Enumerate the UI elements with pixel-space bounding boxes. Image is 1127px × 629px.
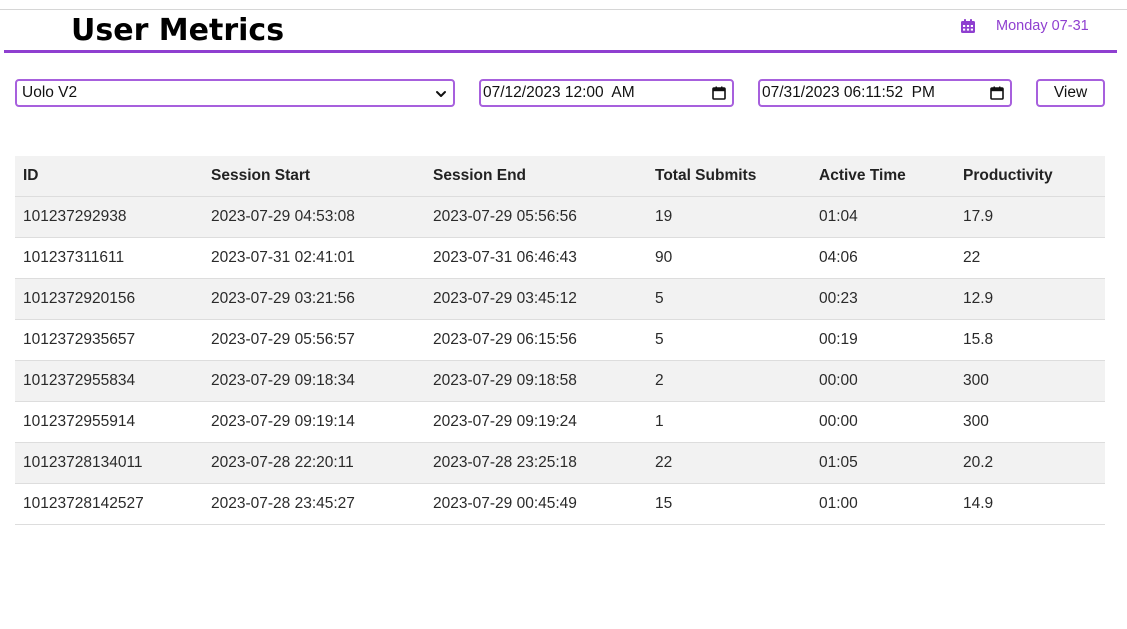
cell-productivity: 300 [955,360,1105,402]
table-row[interactable]: 1012372920156 2023-07-29 03:21:56 2023-0… [15,278,1105,320]
cell-active-time: 00:00 [811,401,955,443]
cell-productivity: 22 [955,237,1105,279]
column-header-total-submits[interactable]: Total Submits [647,156,811,197]
cell-session-end: 2023-07-29 05:56:56 [425,196,647,238]
current-date-text: Monday 07-31 [996,18,1089,34]
cell-id: 1012372955834 [15,360,203,402]
table-row[interactable]: 1012372955914 2023-07-29 09:19:14 2023-0… [15,401,1105,443]
cell-id: 1012372935657 [15,319,203,361]
cell-total-submits: 22 [647,442,811,484]
cell-session-end: 2023-07-29 03:45:12 [425,278,647,320]
view-button[interactable]: View [1036,79,1105,107]
cell-id: 1012372955914 [15,401,203,443]
cell-session-end: 2023-07-29 06:15:56 [425,319,647,361]
cell-active-time: 01:04 [811,196,955,238]
cell-total-submits: 90 [647,237,811,279]
column-header-active-time[interactable]: Active Time [811,156,955,197]
cell-session-start: 2023-07-28 22:20:11 [203,442,425,484]
cell-productivity: 20.2 [955,442,1105,484]
cell-session-start: 2023-07-29 05:56:57 [203,319,425,361]
end-datetime-input[interactable]: 07/31/2023 06:11:52 PM [758,79,1012,107]
cell-productivity: 17.9 [955,196,1105,238]
cell-session-start: 2023-07-31 02:41:01 [203,237,425,279]
table-row[interactable]: 1012372935657 2023-07-29 05:56:57 2023-0… [15,319,1105,361]
cell-total-submits: 1 [647,401,811,443]
cell-id: 101237311611 [15,237,203,279]
cell-session-end: 2023-07-28 23:25:18 [425,442,647,484]
cell-active-time: 00:23 [811,278,955,320]
cell-total-submits: 19 [647,196,811,238]
calendar-icon[interactable] [712,86,726,100]
cell-total-submits: 15 [647,483,811,525]
column-header-session-end[interactable]: Session End [425,156,647,197]
top-border [0,9,1127,10]
cell-session-start: 2023-07-29 04:53:08 [203,196,425,238]
chevron-down-icon [435,87,447,99]
start-datetime-input[interactable]: 07/12/2023 12:00 AM [479,79,734,107]
cell-session-end: 2023-07-29 00:45:49 [425,483,647,525]
table-row[interactable]: 1012372955834 2023-07-29 09:18:34 2023-0… [15,360,1105,402]
cell-productivity: 300 [955,401,1105,443]
cell-active-time: 04:06 [811,237,955,279]
cell-session-start: 2023-07-29 09:18:34 [203,360,425,402]
page-title: User Metrics [71,13,285,48]
cell-session-end: 2023-07-29 09:19:24 [425,401,647,443]
cell-total-submits: 5 [647,278,811,320]
column-header-id[interactable]: ID [15,156,203,197]
cell-total-submits: 2 [647,360,811,402]
end-datetime-value: 07/31/2023 06:11:52 PM [762,84,935,101]
cell-session-end: 2023-07-29 09:18:58 [425,360,647,402]
app-select-value: Uolo V2 [22,84,78,101]
table-row[interactable]: 10123728142527 2023-07-28 23:45:27 2023-… [15,483,1105,525]
header-divider [4,50,1117,53]
table-header-row: ID Session Start Session End Total Submi… [15,156,1105,197]
table-row[interactable]: 101237292938 2023-07-29 04:53:08 2023-07… [15,196,1105,238]
cell-active-time: 01:00 [811,483,955,525]
column-header-session-start[interactable]: Session Start [203,156,425,197]
start-datetime-value: 07/12/2023 12:00 AM [483,84,635,101]
cell-id: 10123728142527 [15,483,203,525]
table-row[interactable]: 101237311611 2023-07-31 02:41:01 2023-07… [15,237,1105,279]
cell-active-time: 00:19 [811,319,955,361]
cell-session-end: 2023-07-31 06:46:43 [425,237,647,279]
cell-active-time: 00:00 [811,360,955,402]
cell-session-start: 2023-07-28 23:45:27 [203,483,425,525]
cell-session-start: 2023-07-29 09:19:14 [203,401,425,443]
cell-id: 10123728134011 [15,442,203,484]
cell-id: 101237292938 [15,196,203,238]
app-select[interactable]: Uolo V2 [15,79,455,107]
calendar-icon [960,18,976,34]
cell-session-start: 2023-07-29 03:21:56 [203,278,425,320]
column-header-productivity[interactable]: Productivity [955,156,1105,197]
current-date: Monday 07-31 [960,16,1089,36]
cell-productivity: 14.9 [955,483,1105,525]
calendar-icon[interactable] [990,86,1004,100]
cell-total-submits: 5 [647,319,811,361]
table-row[interactable]: 10123728134011 2023-07-28 22:20:11 2023-… [15,442,1105,484]
cell-id: 1012372920156 [15,278,203,320]
cell-productivity: 12.9 [955,278,1105,320]
cell-productivity: 15.8 [955,319,1105,361]
metrics-table: ID Session Start Session End Total Submi… [15,156,1105,525]
cell-active-time: 01:05 [811,442,955,484]
